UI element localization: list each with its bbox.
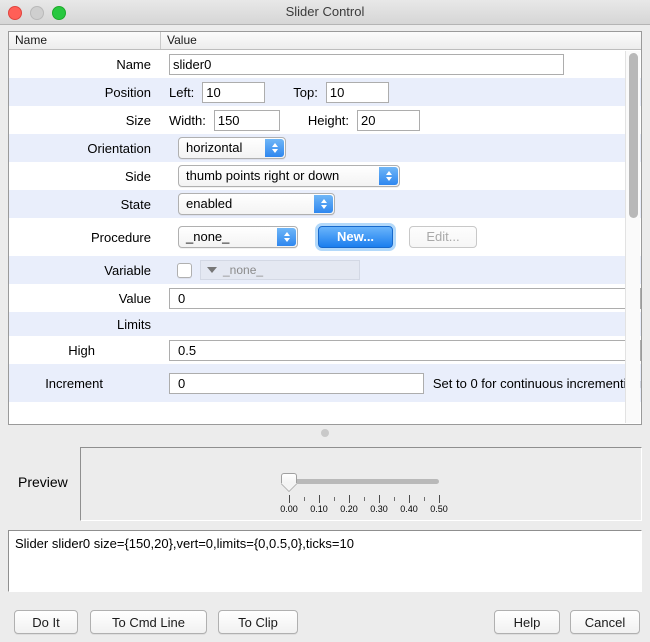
row-value-orientation: horizontal bbox=[161, 137, 641, 159]
limits-high-input[interactable] bbox=[169, 339, 641, 361]
variable-checkbox[interactable] bbox=[177, 262, 192, 278]
row-label-increment: Increment bbox=[45, 375, 103, 391]
cancel-button[interactable]: Cancel bbox=[570, 610, 640, 634]
table-row-variable: Variable _none_ bbox=[9, 256, 641, 284]
table-body: Name Position Left: Top: bbox=[9, 50, 641, 402]
slider-tick-label: 0.30 bbox=[370, 504, 388, 514]
table-header-row: Name Value bbox=[9, 32, 641, 50]
pane-splitter[interactable] bbox=[8, 427, 642, 439]
row-value-procedure: _none_ New... Edit... bbox=[161, 226, 641, 248]
row-value-name bbox=[161, 53, 641, 75]
slider-tick-label: 0.00 bbox=[280, 504, 298, 514]
preview-label: Preview bbox=[18, 474, 68, 490]
edit-procedure-button[interactable]: Edit... bbox=[409, 226, 477, 248]
row-value-increment: Set to 0 for continuous incrementing bbox=[161, 372, 641, 394]
to-cmd-line-button[interactable]: To Cmd Line bbox=[90, 610, 207, 634]
height-field-label: Height: bbox=[307, 112, 350, 128]
dialog-button-bar: Do It To Cmd Line To Clip Help Cancel bbox=[0, 603, 650, 642]
size-width-input[interactable] bbox=[213, 109, 280, 131]
row-value-side: thumb points right or down bbox=[161, 165, 641, 187]
table-row-position: Position Left: Top: bbox=[9, 78, 641, 106]
table-row-size: Size Width: Height: bbox=[9, 106, 641, 134]
properties-table: Name Value Name Position Left: Top: bbox=[8, 31, 642, 425]
side-popup-button[interactable]: thumb points right or down bbox=[178, 165, 400, 187]
do-it-button[interactable]: Do It bbox=[14, 610, 78, 634]
triangle-down-icon bbox=[207, 267, 217, 273]
slider-tick-label: 0.20 bbox=[340, 504, 358, 514]
row-label-side: Side bbox=[124, 168, 151, 184]
row-value-high bbox=[161, 339, 641, 361]
new-procedure-button[interactable]: New... bbox=[318, 226, 393, 248]
row-label-variable: Variable bbox=[104, 262, 151, 278]
chevron-updown-icon bbox=[277, 228, 296, 246]
width-field-label: Width: bbox=[169, 112, 206, 128]
size-height-input[interactable] bbox=[357, 109, 421, 131]
position-left-input[interactable] bbox=[202, 81, 266, 103]
top-field-label: Top: bbox=[293, 84, 318, 100]
procedure-selected-value: _none_ bbox=[186, 229, 230, 244]
table-row-procedure: Procedure _none_ New... Edit... bbox=[9, 218, 641, 256]
slider-tick-label: 0.40 bbox=[400, 504, 418, 514]
help-button[interactable]: Help bbox=[494, 610, 560, 634]
row-label-procedure: Procedure bbox=[91, 229, 151, 245]
row-label-state: State bbox=[120, 196, 151, 212]
row-label-size: Size bbox=[125, 112, 151, 128]
state-selected-value: enabled bbox=[186, 196, 233, 211]
orientation-popup-button[interactable]: horizontal bbox=[178, 137, 286, 159]
variable-selected-value: _none_ bbox=[223, 263, 264, 277]
table-row-limits: Limits bbox=[9, 312, 641, 336]
row-label-limits: Limits bbox=[117, 316, 151, 332]
slider-control-window: Slider Control Name Value Name Position … bbox=[0, 0, 650, 642]
row-value-state: enabled bbox=[161, 193, 641, 215]
state-popup-button[interactable]: enabled bbox=[178, 193, 335, 215]
name-input[interactable] bbox=[169, 53, 564, 75]
table-row-increment: Increment Set to 0 for continuous increm… bbox=[9, 364, 641, 402]
increment-hint-text: Set to 0 for continuous incrementing bbox=[432, 375, 641, 391]
row-label-name: Name bbox=[116, 56, 151, 72]
slider-thumb[interactable] bbox=[281, 473, 297, 491]
row-label-value: Value bbox=[118, 290, 151, 306]
variable-combo-box: _none_ bbox=[200, 260, 360, 280]
table-vertical-scrollbar[interactable] bbox=[625, 51, 640, 423]
chevron-updown-icon bbox=[379, 167, 398, 185]
table-row-orientation: Orientation horizontal bbox=[9, 134, 641, 162]
side-selected-value: thumb points right or down bbox=[186, 168, 340, 183]
table-row-name: Name bbox=[9, 50, 641, 78]
row-label-orientation: Orientation bbox=[87, 140, 151, 156]
chevron-updown-icon bbox=[314, 195, 333, 213]
slider-tick-label: 0.10 bbox=[310, 504, 328, 514]
row-value-variable: _none_ bbox=[161, 260, 641, 280]
scrollbar-thumb[interactable] bbox=[629, 53, 638, 218]
row-label-position: Position bbox=[104, 84, 151, 100]
preview-panel: 0.00 0.10 0.20 0.30 0.40 0.50 bbox=[80, 447, 642, 521]
chevron-updown-icon bbox=[265, 139, 284, 157]
row-value-position: Left: Top: bbox=[161, 81, 641, 103]
orientation-selected-value: horizontal bbox=[186, 140, 243, 155]
row-value-value bbox=[161, 287, 641, 309]
increment-input[interactable] bbox=[169, 372, 424, 394]
slider-tick-labels: 0.00 0.10 0.20 0.30 0.40 0.50 bbox=[280, 504, 448, 516]
procedure-popup-button[interactable]: _none_ bbox=[178, 226, 298, 248]
table-row-state: State enabled bbox=[9, 190, 641, 218]
command-text-area[interactable]: Slider slider0 size={150,20},vert=0,limi… bbox=[8, 530, 642, 592]
slider-tick-label: 0.50 bbox=[430, 504, 448, 514]
column-header-value: Value bbox=[167, 33, 197, 47]
table-row-side: Side thumb points right or down bbox=[9, 162, 641, 190]
column-header-name: Name bbox=[9, 32, 161, 49]
slider-track[interactable] bbox=[289, 479, 439, 484]
left-field-label: Left: bbox=[169, 84, 195, 100]
row-value-size: Width: Height: bbox=[161, 109, 641, 131]
table-row-high: High bbox=[9, 336, 641, 364]
position-top-input[interactable] bbox=[325, 81, 389, 103]
table-row-value: Value bbox=[9, 284, 641, 312]
slider-tick-marks bbox=[289, 495, 440, 503]
window-title: Slider Control bbox=[285, 4, 365, 19]
splitter-handle-icon bbox=[321, 429, 329, 437]
row-label-high: High bbox=[68, 342, 95, 358]
to-clip-button[interactable]: To Clip bbox=[218, 610, 298, 634]
window-titlebar: Slider Control bbox=[0, 0, 650, 25]
value-input[interactable] bbox=[169, 287, 641, 309]
